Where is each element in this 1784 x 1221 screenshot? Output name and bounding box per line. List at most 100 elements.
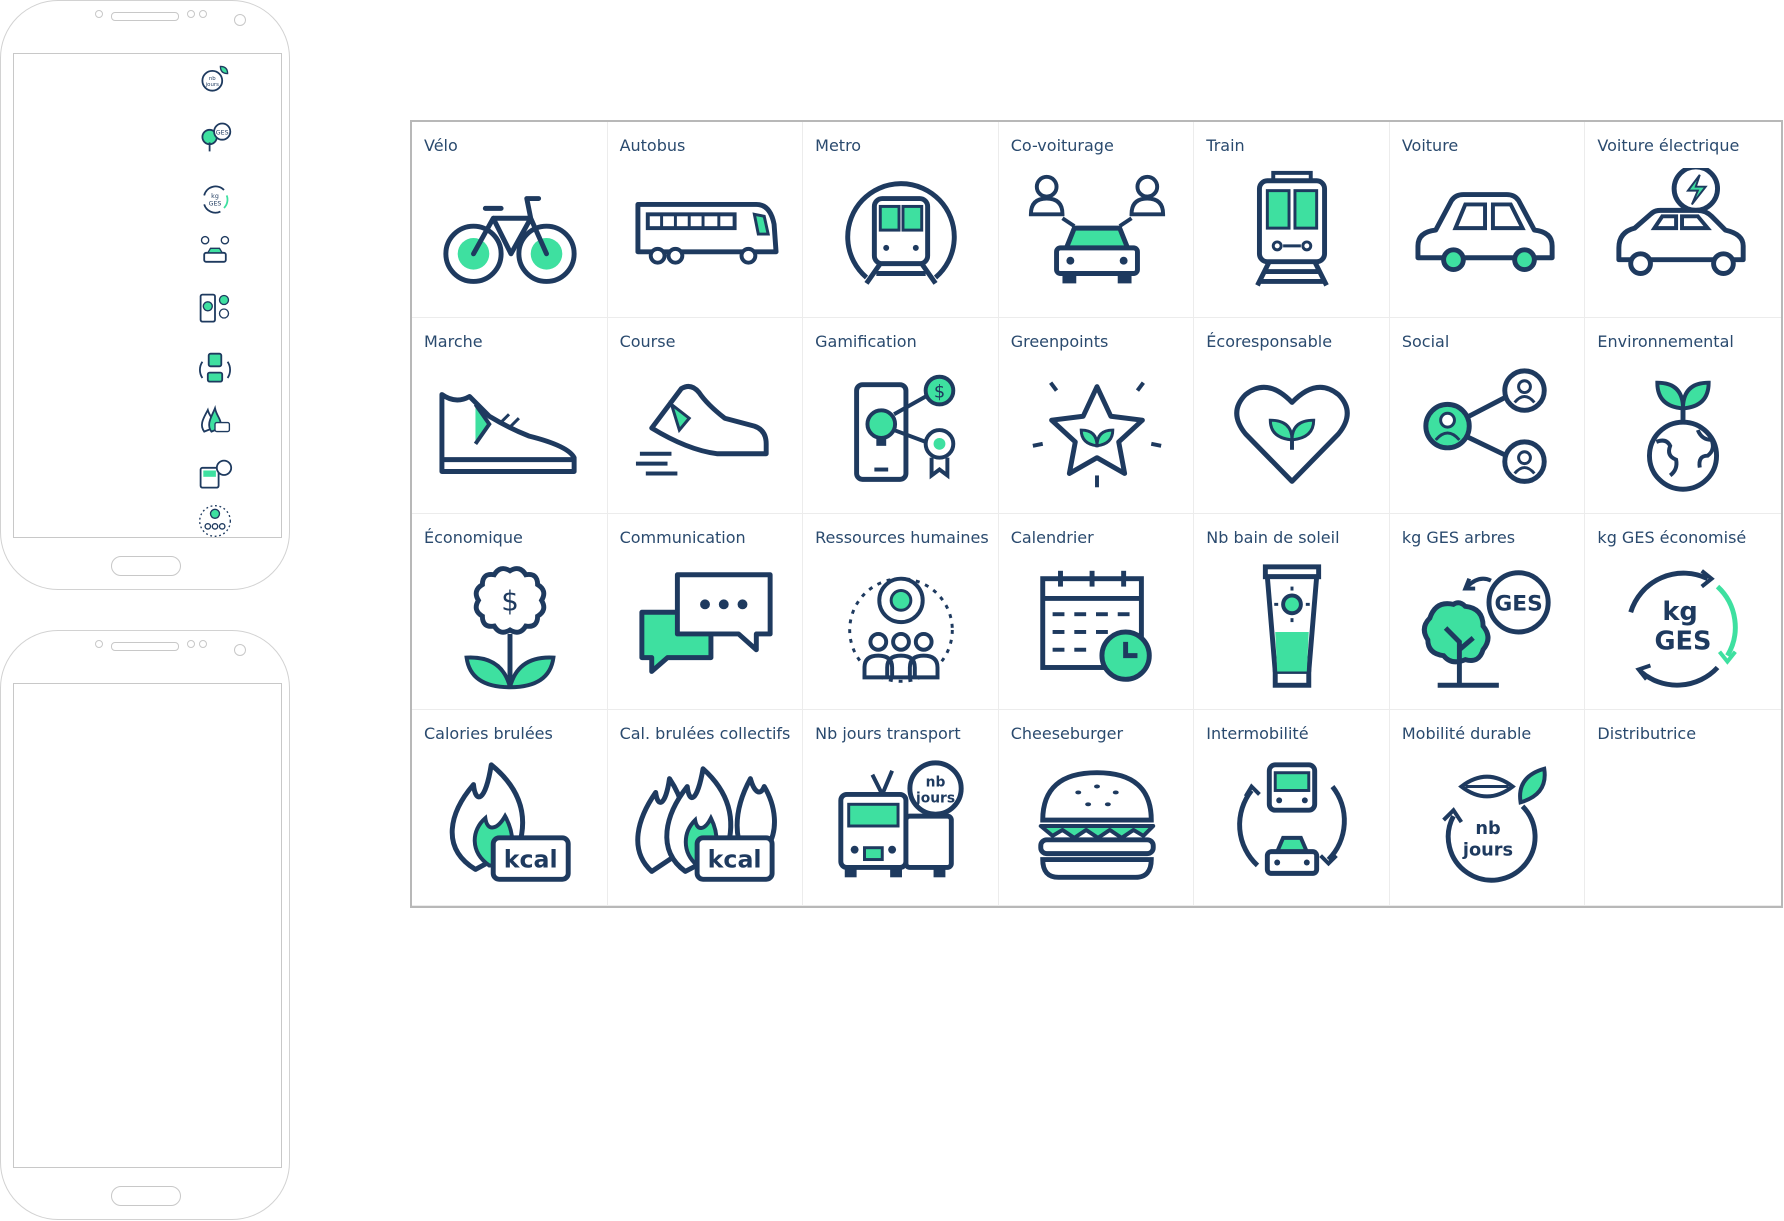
icon-cell-covoiturage[interactable]: Co-voiturage [998, 122, 1195, 318]
phone-home-button[interactable] [111, 556, 181, 576]
svg-text:GES: GES [1494, 591, 1542, 616]
svg-text:GES: GES [216, 129, 229, 136]
running-shoe-icon [632, 364, 780, 504]
icon-label: Environnemental [1597, 332, 1734, 351]
earth-sprout-icon [1609, 364, 1757, 504]
icon-label: Autobus [619, 136, 686, 155]
icon-cell-train[interactable]: Train [1194, 122, 1390, 318]
icon-label: kg GES arbres [1401, 528, 1516, 547]
icon-label: Train [1206, 136, 1245, 155]
kg-ges-cycle-icon: kg GES [197, 181, 233, 217]
icon-cell-ressources-humaines[interactable]: Ressources humaines [803, 514, 999, 710]
icon-cell-communication[interactable]: Communication [607, 514, 804, 710]
icon-cell-voiture-electrique[interactable]: Voiture électrique [1585, 122, 1781, 318]
icon-cell-greenpoints[interactable]: Greenpoints [998, 318, 1195, 514]
bicycle-icon [436, 168, 584, 308]
icon-cell-cheeseburger[interactable]: Cheeseburger [998, 710, 1195, 906]
icon-label: Greenpoints [1010, 332, 1109, 351]
svg-text:nb: nb [926, 775, 946, 791]
icon-label: Metro [815, 136, 862, 155]
icon-label: Mobilité durable [1401, 724, 1532, 743]
money-flower-icon: $ [436, 560, 584, 700]
carpool-icon [197, 233, 233, 269]
icon-label: Intermobilité [1206, 724, 1309, 743]
phone-sensor [95, 640, 103, 648]
icon-label: Course [619, 332, 676, 351]
icon-cell-voiture[interactable]: Voiture [1389, 122, 1586, 318]
icon-cell-calories-brulees[interactable]: Calories brulées kcal [412, 710, 608, 906]
svg-text:kcal: kcal [504, 845, 558, 873]
icon-cell-mobilite-durable[interactable]: Mobilité durable nb jours [1389, 710, 1586, 906]
icon-cell-kg-ges-economise[interactable]: kg GES économisé kg GES [1585, 514, 1781, 710]
icon-cell-nb-bain-de-soleil[interactable]: Nb bain de soleil [1194, 514, 1390, 710]
phone-speaker [111, 642, 179, 651]
calendar-icon [1023, 560, 1171, 700]
tree-ges-icon: GES [1414, 560, 1562, 700]
icon-label: Cheeseburger [1010, 724, 1124, 743]
bus-nb-jours-icon: nb jours [827, 756, 975, 896]
cheeseburger-icon [1023, 756, 1171, 896]
icon-cell-velo[interactable]: Vélo [412, 122, 608, 318]
svg-text:jours: jours [915, 790, 955, 806]
car-icon [1414, 168, 1562, 308]
svg-text:jours: jours [205, 82, 219, 88]
icon-label: Ressources humaines [815, 528, 989, 547]
icon-cell-course[interactable]: Course [607, 318, 804, 514]
walking-shoe-icon [436, 364, 584, 504]
icon-label: Cal. brulées collectifs [619, 724, 791, 743]
phone-mockup-bottom [0, 630, 290, 1220]
gamification-icon [197, 291, 233, 327]
phone-sensor [95, 10, 103, 18]
svg-text:kcal: kcal [707, 845, 761, 873]
icon-label: Co-voiturage [1010, 136, 1114, 155]
svg-text:GES: GES [209, 200, 222, 207]
sustainable-mobility-icon: nb jours [1414, 756, 1562, 896]
svg-text:jours: jours [1462, 841, 1513, 861]
icon-cell-calendrier[interactable]: Calendrier [998, 514, 1195, 710]
human-resources-icon [197, 503, 233, 539]
svg-text:GES: GES [1655, 627, 1712, 657]
intermobility-icon [197, 351, 233, 387]
icon-cell-ecoresponsable[interactable]: Écoresponsable [1194, 318, 1390, 514]
intermobility-icon [1218, 756, 1366, 896]
phone-sensor [187, 640, 195, 648]
phone-home-button[interactable] [111, 1186, 181, 1206]
icon-cell-gamification[interactable]: Gamification $ [803, 318, 999, 514]
icon-label: Communication [619, 528, 746, 547]
icon-cell-distributrice[interactable]: Distributrice [1585, 710, 1781, 906]
icon-label: Vélo [424, 136, 458, 155]
icon-label: Social [1401, 332, 1450, 351]
icon-cell-social[interactable]: Social [1389, 318, 1586, 514]
sunscreen-icon [1218, 560, 1366, 700]
icon-cell-cal-brulees-collectifs[interactable]: Cal. brulées collectifs kcal [607, 710, 804, 906]
icon-cell-economique[interactable]: Économique $ [412, 514, 608, 710]
icon-cell-environnemental[interactable]: Environnemental [1585, 318, 1781, 514]
icon-label: Gamification [815, 332, 917, 351]
icon-label: Écoresponsable [1206, 332, 1333, 351]
svg-text:$: $ [501, 584, 519, 617]
icon-label: kg GES économisé [1597, 528, 1747, 547]
phone-sensor [199, 640, 207, 648]
phone-screen [13, 53, 282, 538]
flames-kcal-collective-icon [197, 401, 233, 437]
icon-label: Économique [424, 528, 523, 547]
gamification-icon: $ [827, 364, 975, 504]
icon-cell-nb-jours-transport[interactable]: Nb jours transport nb jours [803, 710, 999, 906]
icon-cell-marche[interactable]: Marche [412, 318, 608, 514]
nb-jours-leaf-icon: nb jours [197, 61, 233, 97]
phone-screen [13, 683, 282, 1168]
bus-nb-jours-icon [197, 457, 233, 493]
icon-cell-autobus[interactable]: Autobus [607, 122, 804, 318]
flames-kcal-collective-icon: kcal [632, 756, 780, 896]
icon-cell-metro[interactable]: Metro [803, 122, 999, 318]
icon-cell-intermobilite[interactable]: Intermobilité [1194, 710, 1390, 906]
icon-cell-kg-ges-arbres[interactable]: kg GES arbres GES [1389, 514, 1586, 710]
svg-text:$: $ [934, 382, 945, 402]
carpool-icon [1023, 168, 1171, 308]
chat-bubbles-icon [632, 560, 780, 700]
icon-label: Voiture électrique [1597, 136, 1740, 155]
eco-heart-icon [1218, 364, 1366, 504]
tree-ges-icon: GES [197, 119, 233, 155]
svg-text:kg: kg [211, 193, 219, 200]
flame-kcal-icon: kcal [436, 756, 584, 896]
